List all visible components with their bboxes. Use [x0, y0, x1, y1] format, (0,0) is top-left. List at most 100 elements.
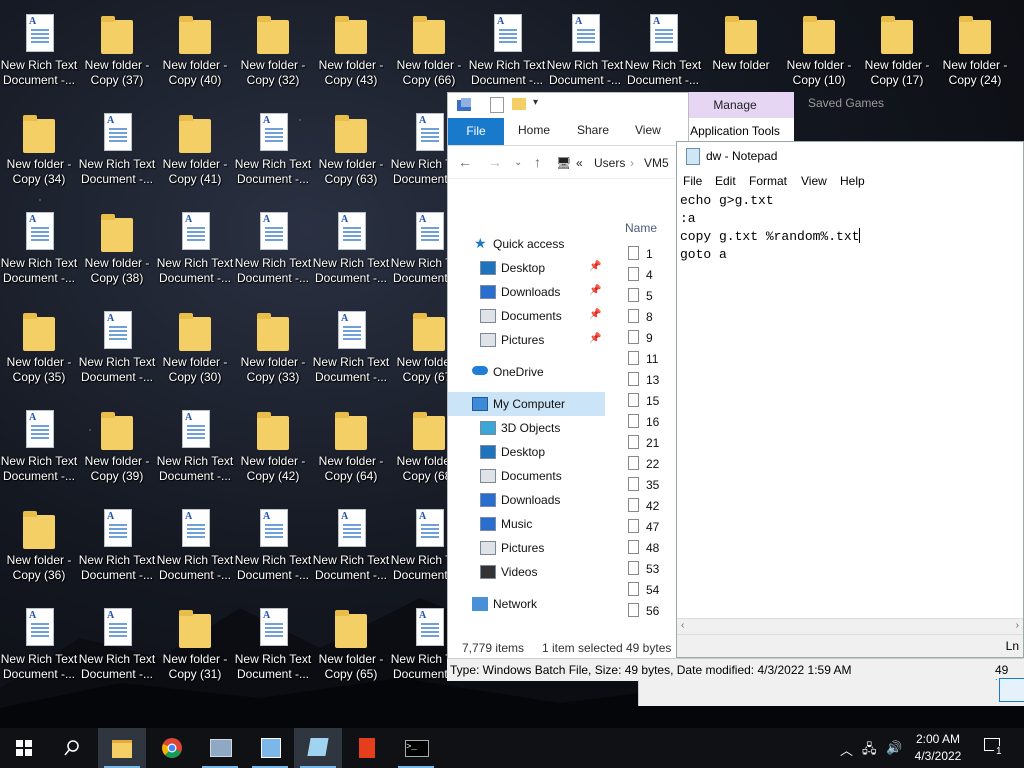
- chevron-up-icon[interactable]: ︿: [840, 740, 853, 759]
- volume-icon[interactable]: 🔊: [886, 740, 902, 756]
- dialog-button[interactable]: [999, 678, 1024, 702]
- pin-icon[interactable]: 📌: [589, 261, 601, 272]
- desktop-rtf-document[interactable]: New Rich Text Document -...: [0, 402, 78, 492]
- scroll-left-icon[interactable]: ‹: [681, 620, 684, 631]
- desktop-rtf-document[interactable]: New Rich Text Document -...: [78, 105, 156, 195]
- breadcrumb-overflow[interactable]: «: [576, 156, 583, 170]
- taskbar-command-prompt[interactable]: >_: [392, 728, 440, 768]
- nav-pc-downloads[interactable]: Downloads: [448, 488, 605, 512]
- nav-pc-videos[interactable]: Videos: [448, 560, 605, 584]
- back-arrow-icon[interactable]: ←: [458, 154, 472, 170]
- file-row[interactable]: 53: [628, 558, 668, 578]
- taskbar-office[interactable]: [344, 728, 392, 768]
- taskbar-notepad[interactable]: [294, 728, 342, 768]
- pin-icon[interactable]: 📌: [589, 285, 601, 296]
- file-row[interactable]: 35: [628, 474, 668, 494]
- desktop-rtf-document[interactable]: New Rich Text Document -...: [156, 402, 234, 492]
- desktop-folder[interactable]: New folder - Copy (64): [312, 402, 390, 492]
- menu-view[interactable]: View: [801, 174, 827, 188]
- horizontal-scrollbar[interactable]: ‹ ›: [677, 618, 1023, 635]
- desktop-folder[interactable]: New folder - Copy (33): [234, 303, 312, 393]
- desktop-folder[interactable]: New folder - Copy (36): [0, 501, 78, 591]
- desktop-rtf-document[interactable]: New Rich Text Document -...: [0, 600, 78, 690]
- nav-pc-documents[interactable]: Documents: [448, 464, 605, 488]
- nav-quick-access[interactable]: ★ Quick access: [448, 232, 605, 256]
- pin-icon[interactable]: 📌: [589, 309, 601, 320]
- desktop-folder[interactable]: New folder - Copy (42): [234, 402, 312, 492]
- desktop-folder[interactable]: New folder - Copy (30): [156, 303, 234, 393]
- pin-icon[interactable]: 📌: [589, 333, 601, 344]
- notification-center-icon[interactable]: 1: [984, 738, 1004, 757]
- tab-view[interactable]: View: [635, 123, 661, 137]
- desktop-rtf-document[interactable]: New Rich Text Document -...: [624, 6, 702, 96]
- recent-dropdown-icon[interactable]: ⌄: [514, 157, 522, 168]
- nav-qa-downloads[interactable]: Downloads 📌: [448, 280, 605, 304]
- desktop-folder[interactable]: New folder - Copy (10): [780, 6, 858, 96]
- chevron-down-icon[interactable]: ▾: [533, 97, 538, 108]
- file-row[interactable]: 54: [628, 579, 668, 599]
- file-row[interactable]: 13: [628, 369, 668, 389]
- tab-manage[interactable]: Manage: [676, 92, 794, 118]
- nav-qa-pictures[interactable]: Pictures 📌: [448, 328, 605, 352]
- nav-qa-desktop[interactable]: Desktop 📌: [448, 256, 605, 280]
- desktop-rtf-document[interactable]: New Rich Text Document -...: [78, 600, 156, 690]
- breadcrumb-computer-icon[interactable]: 🖥: [556, 156, 571, 170]
- file-row[interactable]: 56: [628, 600, 668, 620]
- file-row[interactable]: 22: [628, 453, 668, 473]
- up-arrow-icon[interactable]: ↑: [534, 154, 541, 170]
- desktop-folder[interactable]: New folder - Copy (37): [78, 6, 156, 96]
- desktop-folder[interactable]: New folder - Copy (35): [0, 303, 78, 393]
- nav-pc-pictures[interactable]: Pictures: [448, 536, 605, 560]
- nav-pc-desktop[interactable]: Desktop: [448, 440, 605, 464]
- desktop-folder[interactable]: New folder - Copy (65): [312, 600, 390, 690]
- clock[interactable]: 2:00 AM 4/3/2022: [902, 731, 974, 765]
- column-header-name[interactable]: Name: [625, 221, 657, 235]
- taskbar-paint[interactable]: [246, 728, 294, 768]
- desktop-rtf-document[interactable]: New Rich Text Document -...: [312, 204, 390, 294]
- desktop-rtf-document[interactable]: New Rich Text Document -...: [234, 105, 312, 195]
- network-tray-icon[interactable]: 🖧: [862, 740, 877, 762]
- file-row[interactable]: 15: [628, 390, 668, 410]
- notepad-text-area[interactable]: echo g>g.txt:a copy g.txt %random%.txt got…: [680, 192, 861, 264]
- desktop-rtf-document[interactable]: New Rich Text Document -...: [234, 204, 312, 294]
- file-row[interactable]: 16: [628, 411, 668, 431]
- file-row[interactable]: 4: [628, 264, 668, 284]
- tab-share[interactable]: Share: [577, 123, 609, 137]
- file-row[interactable]: 1: [628, 243, 668, 263]
- menu-format[interactable]: Format: [749, 174, 787, 188]
- desktop-rtf-document[interactable]: New Rich Text Document -...: [156, 501, 234, 591]
- menu-file[interactable]: File: [683, 174, 702, 188]
- desktop-folder[interactable]: New folder - Copy (40): [156, 6, 234, 96]
- nav-my-computer[interactable]: My Computer: [448, 392, 605, 416]
- desktop-folder[interactable]: New folder: [702, 6, 780, 96]
- taskbar-file-explorer[interactable]: [98, 728, 146, 768]
- menu-help[interactable]: Help: [840, 174, 865, 188]
- breadcrumb-vm5[interactable]: VM5: [644, 156, 669, 170]
- properties-icon[interactable]: [490, 97, 504, 113]
- nav-pc-3d-objects[interactable]: 3D Objects: [448, 416, 605, 440]
- desktop-folder[interactable]: New folder - Copy (32): [234, 6, 312, 96]
- desktop-folder[interactable]: New folder - Copy (17): [858, 6, 936, 96]
- desktop-rtf-document[interactable]: New Rich Text Document -...: [78, 303, 156, 393]
- desktop-folder[interactable]: New folder - Copy (66): [390, 6, 468, 96]
- tab-file[interactable]: File: [448, 118, 504, 145]
- desktop-folder[interactable]: New folder - Copy (63): [312, 105, 390, 195]
- breadcrumb-users[interactable]: Users: [594, 156, 625, 170]
- file-row[interactable]: 8: [628, 306, 668, 326]
- file-row[interactable]: 42: [628, 495, 668, 515]
- desktop-rtf-document[interactable]: New Rich Text Document -...: [312, 303, 390, 393]
- file-row[interactable]: 11: [628, 348, 668, 368]
- new-folder-icon[interactable]: [512, 98, 526, 110]
- desktop-rtf-document[interactable]: New Rich Text Document -...: [234, 501, 312, 591]
- desktop-rtf-document[interactable]: New Rich Text Document -...: [0, 6, 78, 96]
- start-button[interactable]: [0, 728, 48, 768]
- taskbar-chrome[interactable]: [148, 728, 196, 768]
- desktop-folder[interactable]: New folder - Copy (41): [156, 105, 234, 195]
- scroll-right-icon[interactable]: ›: [1016, 620, 1019, 631]
- forward-arrow-icon[interactable]: →: [488, 154, 502, 170]
- search-button[interactable]: [48, 728, 96, 768]
- desktop-folder[interactable]: New folder - Copy (43): [312, 6, 390, 96]
- desktop-rtf-document[interactable]: New Rich Text Document -...: [234, 600, 312, 690]
- desktop-rtf-document[interactable]: New Rich Text Document -...: [546, 6, 624, 96]
- desktop-rtf-document[interactable]: New Rich Text Document -...: [0, 204, 78, 294]
